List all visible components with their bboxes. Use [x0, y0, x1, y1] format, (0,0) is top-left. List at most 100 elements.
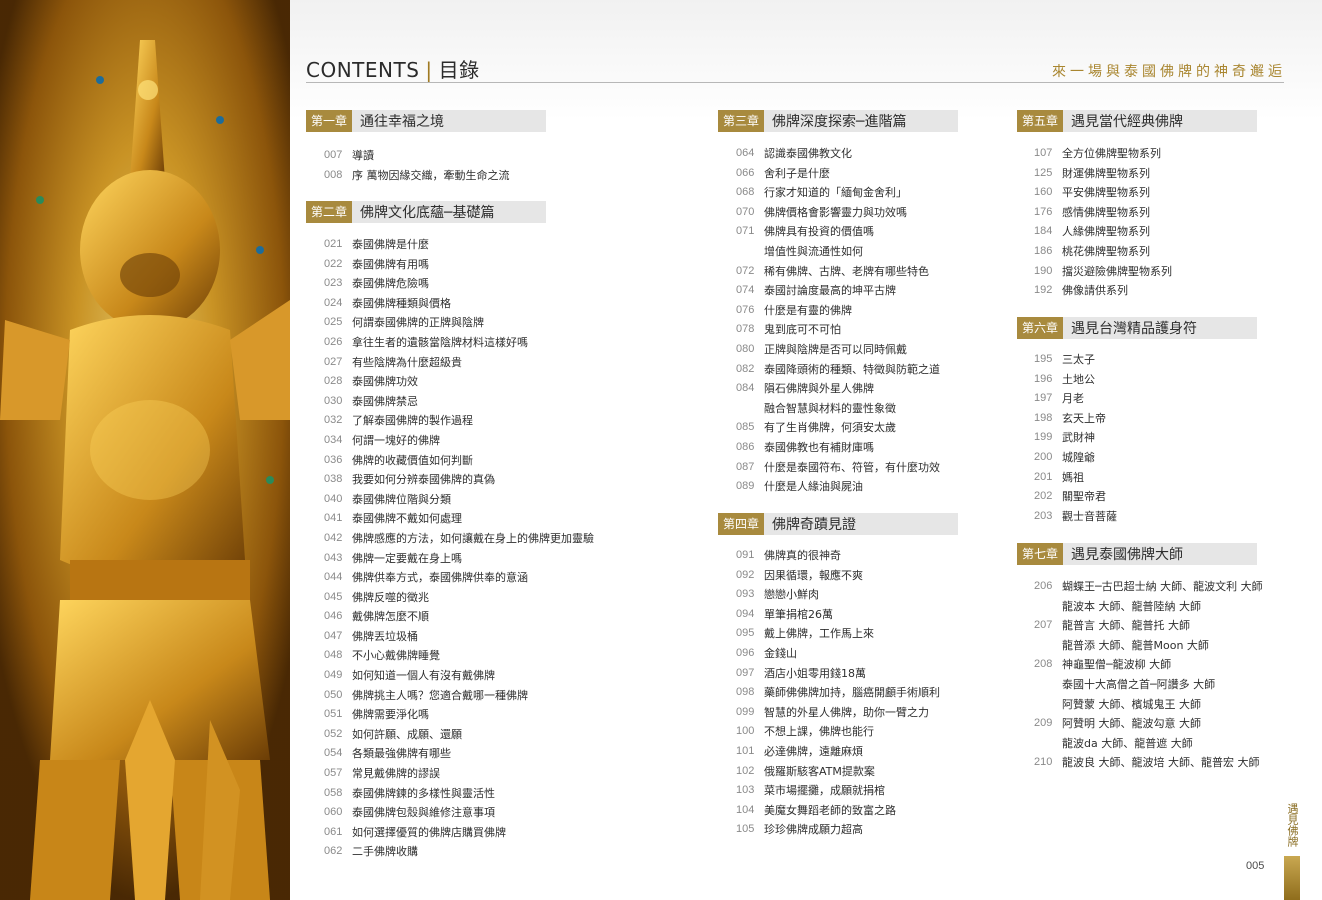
- page-number: 005: [1246, 860, 1265, 872]
- toc-item[interactable]: 070 佛牌價格會影響靈力與功效嗎: [736, 203, 940, 223]
- toc-item[interactable]: 203 觀士音菩薩: [1034, 507, 1117, 527]
- toc-item[interactable]: 200 城隍爺: [1034, 448, 1117, 468]
- toc-item[interactable]: 021 泰國佛牌是什麼: [324, 235, 594, 255]
- toc-item[interactable]: 084 隕石佛牌與外星人佛牌: [736, 379, 940, 399]
- toc-item[interactable]: 210 龍波良 大師、龍波培 大師、龍普宏 大師: [1034, 753, 1263, 773]
- toc-item[interactable]: 105 珍珍佛牌成願力超高: [736, 820, 940, 840]
- toc-item[interactable]: 107 全方位佛牌聖物系列: [1034, 144, 1172, 164]
- toc-item[interactable]: 034 何謂一塊好的佛牌: [324, 431, 594, 451]
- toc-item-title: 如何知道一個人有沒有戴佛牌: [352, 669, 495, 683]
- toc-item[interactable]: 197 月老: [1034, 389, 1117, 409]
- toc-item[interactable]: 066 舍利子是什麼: [736, 164, 940, 184]
- toc-item[interactable]: 207 龍普言 大師、龍普托 大師: [1034, 616, 1263, 636]
- toc-item[interactable]: 100 不想上課，佛牌也能行: [736, 722, 940, 742]
- toc-item[interactable]: 085 有了生肖佛牌，何須安太歲: [736, 418, 940, 438]
- toc-item[interactable]: 198 玄天上帝: [1034, 409, 1117, 429]
- toc-item[interactable]: 125 財運佛牌聖物系列: [1034, 164, 1172, 184]
- toc-item[interactable]: 045 佛牌反噬的徵兆: [324, 588, 594, 608]
- toc-item[interactable]: 192 佛像請供系列: [1034, 281, 1172, 301]
- toc-item[interactable]: 047 佛牌丟垃圾桶: [324, 627, 594, 647]
- toc-item[interactable]: 008 序 萬物因緣交織，牽動生命之流: [324, 166, 510, 186]
- toc-item[interactable]: 086 泰國佛教也有補財庫嗎: [736, 438, 940, 458]
- toc-item[interactable]: 195 三太子: [1034, 350, 1117, 370]
- toc-item[interactable]: 043 佛牌一定要戴在身上嗎: [324, 549, 594, 569]
- toc-item[interactable]: 030 泰國佛牌禁忌: [324, 392, 594, 412]
- toc-item[interactable]: 024 泰國佛牌種類與價格: [324, 294, 594, 314]
- toc-item[interactable]: 176 感情佛牌聖物系列: [1034, 203, 1172, 223]
- toc-item[interactable]: 196 土地公: [1034, 370, 1117, 390]
- toc-item[interactable]: 186 桃花佛牌聖物系列: [1034, 242, 1172, 262]
- toc-item[interactable]: 046 戴佛牌怎麼不順: [324, 607, 594, 627]
- toc-item[interactable]: 095 戴上佛牌，工作馬上來: [736, 624, 940, 644]
- toc-item[interactable]: 190 擋災避險佛牌聖物系列: [1034, 262, 1172, 282]
- toc-item[interactable]: 091 佛牌真的很神奇: [736, 546, 940, 566]
- toc-item-title: 戴佛牌怎麼不順: [352, 610, 429, 624]
- toc-item[interactable]: 增值性與流通性如何: [736, 242, 940, 262]
- toc-item[interactable]: 201 媽祖: [1034, 468, 1117, 488]
- toc-item[interactable]: 209 阿贊明 大師、龍波勾意 大師: [1034, 714, 1263, 734]
- toc-item-title: 泰國佛牌是什麼: [352, 238, 429, 251]
- toc-item-title: 感情佛牌聖物系列: [1062, 205, 1150, 219]
- toc-item[interactable]: 052 如何許願、成願、還願: [324, 725, 594, 745]
- toc-item[interactable]: 007 導讀: [324, 146, 510, 166]
- toc-item[interactable]: 042 佛牌感應的方法，如何讓戴在身上的佛牌更加靈驗: [324, 529, 594, 549]
- toc-item[interactable]: 泰國十大高僧之首─阿讚多 大師: [1034, 675, 1263, 695]
- toc-item[interactable]: 160 平安佛牌聖物系列: [1034, 183, 1172, 203]
- toc-item[interactable]: 208 神龜聖僧─龍波柳 大師: [1034, 655, 1263, 675]
- toc-item[interactable]: 096 金錢山: [736, 644, 940, 664]
- toc-item[interactable]: 089 什麼是人緣油與屍油: [736, 477, 940, 497]
- toc-item[interactable]: 044 佛牌供奉方式，泰國佛牌供奉的意涵: [324, 568, 594, 588]
- toc-item[interactable]: 060 泰國佛牌包殼與維修注意事項: [324, 803, 594, 823]
- toc-item[interactable]: 057 常見戴佛牌的謬誤: [324, 764, 594, 784]
- toc-item[interactable]: 076 什麼是有靈的佛牌: [736, 301, 940, 321]
- toc-item[interactable]: 074 泰國討論度最高的坤平古牌: [736, 281, 940, 301]
- toc-item[interactable]: 023 泰國佛牌危險嗎: [324, 274, 594, 294]
- toc-item[interactable]: 054 各類最強佛牌有哪些: [324, 744, 594, 764]
- toc-item[interactable]: 028 泰國佛牌功效: [324, 372, 594, 392]
- toc-item[interactable]: 062 二手佛牌收購: [324, 842, 594, 862]
- toc-item[interactable]: 025 何謂泰國佛牌的正牌與陰牌: [324, 313, 594, 333]
- toc-item[interactable]: 184 人緣佛牌聖物系列: [1034, 222, 1172, 242]
- toc-item[interactable]: 036 佛牌的收藏價值如何判斷: [324, 451, 594, 471]
- toc-item[interactable]: 068 行家才知道的「緬甸金舍利」: [736, 183, 940, 203]
- toc-item[interactable]: 022 泰國佛牌有用嗎: [324, 255, 594, 275]
- toc-item[interactable]: 040 泰國佛牌位階與分類: [324, 490, 594, 510]
- toc-item[interactable]: 103 菜市場擺攤，成願就捐棺: [736, 781, 940, 801]
- toc-item[interactable]: 064 認識泰國佛教文化: [736, 144, 940, 164]
- toc-item[interactable]: 龍波本 大師、龍普陸納 大師: [1034, 597, 1263, 617]
- toc-item[interactable]: 050 佛牌挑主人嗎？您適合戴哪一種佛牌: [324, 686, 594, 706]
- toc-item[interactable]: 199 武財神: [1034, 428, 1117, 448]
- toc-item[interactable]: 048 不小心戴佛牌睡覺: [324, 646, 594, 666]
- toc-item[interactable]: 080 正牌與陰牌是否可以同時佩戴: [736, 340, 940, 360]
- toc-item[interactable]: 094 單筆捐棺26萬: [736, 605, 940, 625]
- toc-item[interactable]: 082 泰國降頭術的種類、特徵與防範之道: [736, 360, 940, 380]
- toc-item[interactable]: 027 有些陰牌為什麼超級貴: [324, 353, 594, 373]
- toc-item[interactable]: 龍普添 大師、龍普Moon 大師: [1034, 636, 1263, 656]
- toc-item[interactable]: 041 泰國佛牌不戴如何處理: [324, 509, 594, 529]
- toc-item[interactable]: 098 藥師佛佛牌加持，腦癌開顱手術順利: [736, 683, 940, 703]
- toc-item[interactable]: 099 智慧的外星人佛牌，助你一臂之力: [736, 703, 940, 723]
- toc-item-title: 智慧的外星人佛牌，助你一臂之力: [764, 705, 929, 719]
- toc-item[interactable]: 202 關聖帝君: [1034, 487, 1117, 507]
- toc-item[interactable]: 071 佛牌具有投資的價值嗎: [736, 222, 940, 242]
- toc-item[interactable]: 阿贊蒙 大師、檳城鬼王 大師: [1034, 695, 1263, 715]
- toc-item[interactable]: 102 俄羅斯駭客ATM提款案: [736, 762, 940, 782]
- toc-item[interactable]: 093 戀戀小鮮肉: [736, 585, 940, 605]
- toc-item[interactable]: 032 了解泰國佛牌的製作過程: [324, 411, 594, 431]
- toc-item[interactable]: 061 如何選擇優質的佛牌店購買佛牌: [324, 823, 594, 843]
- toc-item[interactable]: 038 我要如何分辨泰國佛牌的真偽: [324, 470, 594, 490]
- toc-item[interactable]: 097 酒店小姐零用錢18萬: [736, 664, 940, 684]
- toc-item[interactable]: 龍波da 大師、龍普遮 大師: [1034, 734, 1263, 754]
- toc-item[interactable]: 融合智慧與材料的靈性象徵: [736, 399, 940, 419]
- toc-item[interactable]: 026 拿往生者的遺骸當陰牌材料這樣好嗎: [324, 333, 594, 353]
- toc-item[interactable]: 058 泰國佛牌鍊的多樣性與靈活性: [324, 784, 594, 804]
- toc-item[interactable]: 072 稀有佛牌、古牌、老牌有哪些特色: [736, 262, 940, 282]
- toc-item[interactable]: 104 美魔女舞蹈老師的致富之路: [736, 801, 940, 821]
- toc-item[interactable]: 049 如何知道一個人有沒有戴佛牌: [324, 666, 594, 686]
- toc-item[interactable]: 101 必達佛牌，遠離麻煩: [736, 742, 940, 762]
- toc-item[interactable]: 206 蝴蝶王─古巴超士納 大師、龍波文利 大師: [1034, 577, 1263, 597]
- toc-item[interactable]: 092 因果循環，報應不爽: [736, 566, 940, 586]
- toc-item[interactable]: 051 佛牌需要淨化嗎: [324, 705, 594, 725]
- toc-item[interactable]: 078 鬼到底可不可怕: [736, 320, 940, 340]
- toc-item[interactable]: 087 什麼是泰國符布、符管，有什麼功效: [736, 458, 940, 478]
